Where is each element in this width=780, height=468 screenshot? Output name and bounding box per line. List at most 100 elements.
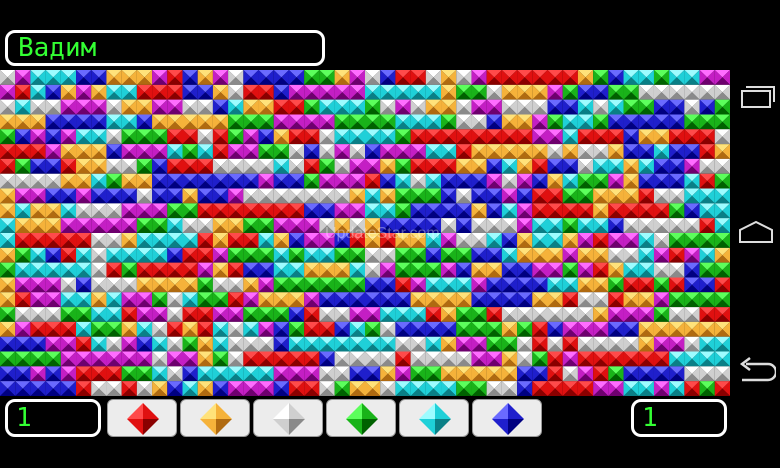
board-gem[interactable] [532, 351, 548, 367]
board-gem[interactable] [304, 114, 320, 130]
board-gem[interactable] [669, 321, 685, 337]
board-gem[interactable] [699, 218, 715, 233]
board-gem[interactable] [288, 144, 305, 159]
board-gem[interactable] [288, 218, 305, 233]
board-gem[interactable] [76, 70, 92, 85]
board-gem[interactable] [167, 158, 183, 174]
board-gem[interactable] [319, 129, 335, 145]
board-gem[interactable] [593, 292, 609, 308]
board-gem[interactable] [380, 277, 396, 293]
board-gem[interactable] [395, 366, 411, 382]
board-gem[interactable] [669, 158, 685, 174]
board-gem[interactable] [456, 336, 472, 352]
board-gem[interactable] [517, 277, 533, 293]
board-gem[interactable] [121, 114, 137, 130]
board-gem[interactable] [471, 70, 487, 85]
board-gem[interactable] [349, 307, 365, 322]
board-gem[interactable] [380, 99, 396, 115]
board-gem[interactable] [441, 351, 457, 367]
board-gem[interactable] [547, 247, 563, 263]
board-gem[interactable] [349, 99, 365, 115]
board-gem[interactable] [30, 173, 46, 189]
color-button-cyan[interactable] [399, 399, 469, 437]
board-gem[interactable] [365, 84, 381, 100]
board-gem[interactable] [258, 321, 274, 337]
board-gem[interactable] [441, 247, 457, 263]
board-gem[interactable] [106, 262, 122, 278]
board-gem[interactable] [136, 233, 153, 248]
board-gem[interactable] [243, 173, 259, 189]
board-gem[interactable] [365, 247, 381, 263]
board-gem[interactable] [471, 307, 487, 322]
board-gem[interactable] [167, 70, 183, 85]
board-gem[interactable] [684, 307, 700, 322]
board-gem[interactable] [547, 114, 563, 130]
board-gem[interactable] [608, 321, 624, 337]
board-gem[interactable] [699, 351, 715, 367]
board-gem[interactable] [60, 247, 77, 263]
board-gem[interactable] [273, 321, 289, 337]
board-gem[interactable] [653, 129, 670, 145]
board-gem[interactable] [395, 129, 411, 145]
board-gem[interactable] [623, 144, 639, 159]
board-gem[interactable] [30, 321, 46, 337]
board-gem[interactable] [288, 203, 305, 219]
board-gem[interactable] [91, 366, 107, 382]
board-gem[interactable] [91, 233, 107, 248]
board-gem[interactable] [532, 277, 548, 293]
board-gem[interactable] [684, 292, 700, 308]
board-gem[interactable] [471, 292, 487, 308]
board-gem[interactable] [714, 292, 730, 308]
board-gem[interactable] [486, 307, 502, 322]
board-gem[interactable] [532, 292, 548, 308]
board-gem[interactable] [532, 84, 548, 100]
board-gem[interactable] [182, 114, 198, 130]
board-gem[interactable] [395, 262, 411, 278]
board-gem[interactable] [714, 173, 730, 189]
board-gem[interactable] [653, 84, 670, 100]
board-gem[interactable] [0, 336, 16, 352]
board-gem[interactable] [121, 262, 137, 278]
board-gem[interactable] [121, 292, 137, 308]
board-gem[interactable] [501, 292, 518, 308]
board-gem[interactable] [197, 321, 213, 337]
board-gem[interactable] [699, 233, 715, 248]
board-gem[interactable] [714, 188, 730, 204]
board-gem[interactable] [136, 188, 153, 204]
board-gem[interactable] [395, 307, 411, 322]
board-gem[interactable] [319, 351, 335, 367]
board-gem[interactable] [395, 351, 411, 367]
board-gem[interactable] [76, 129, 92, 145]
board-gem[interactable] [121, 158, 137, 174]
board-gem[interactable] [669, 292, 685, 308]
board-gem[interactable] [243, 144, 259, 159]
board-gem[interactable] [486, 233, 502, 248]
back-icon[interactable] [736, 354, 776, 384]
board-gem[interactable] [517, 188, 533, 204]
board-gem[interactable] [273, 307, 289, 322]
board-gem[interactable] [441, 381, 457, 396]
board-gem[interactable] [486, 173, 502, 189]
board-gem[interactable] [182, 158, 198, 174]
board-gem[interactable] [380, 203, 396, 219]
board-gem[interactable] [258, 173, 274, 189]
board-gem[interactable] [60, 277, 77, 293]
board-gem[interactable] [152, 114, 168, 130]
board-gem[interactable] [273, 292, 289, 308]
board-gem[interactable] [152, 351, 168, 367]
board-gem[interactable] [608, 99, 624, 115]
board-gem[interactable] [638, 188, 654, 204]
board-gem[interactable] [532, 336, 548, 352]
board-gem[interactable] [380, 70, 396, 85]
board-gem[interactable] [456, 84, 472, 100]
board-gem[interactable] [319, 84, 335, 100]
board-gem[interactable] [152, 84, 168, 100]
board-gem[interactable] [152, 336, 168, 352]
board-gem[interactable] [152, 218, 168, 233]
board-gem[interactable] [106, 99, 122, 115]
color-button-yellow[interactable] [180, 399, 250, 437]
board-gem[interactable] [669, 114, 685, 130]
board-gem[interactable] [532, 218, 548, 233]
board-gem[interactable] [380, 158, 396, 174]
board-gem[interactable] [562, 129, 578, 145]
